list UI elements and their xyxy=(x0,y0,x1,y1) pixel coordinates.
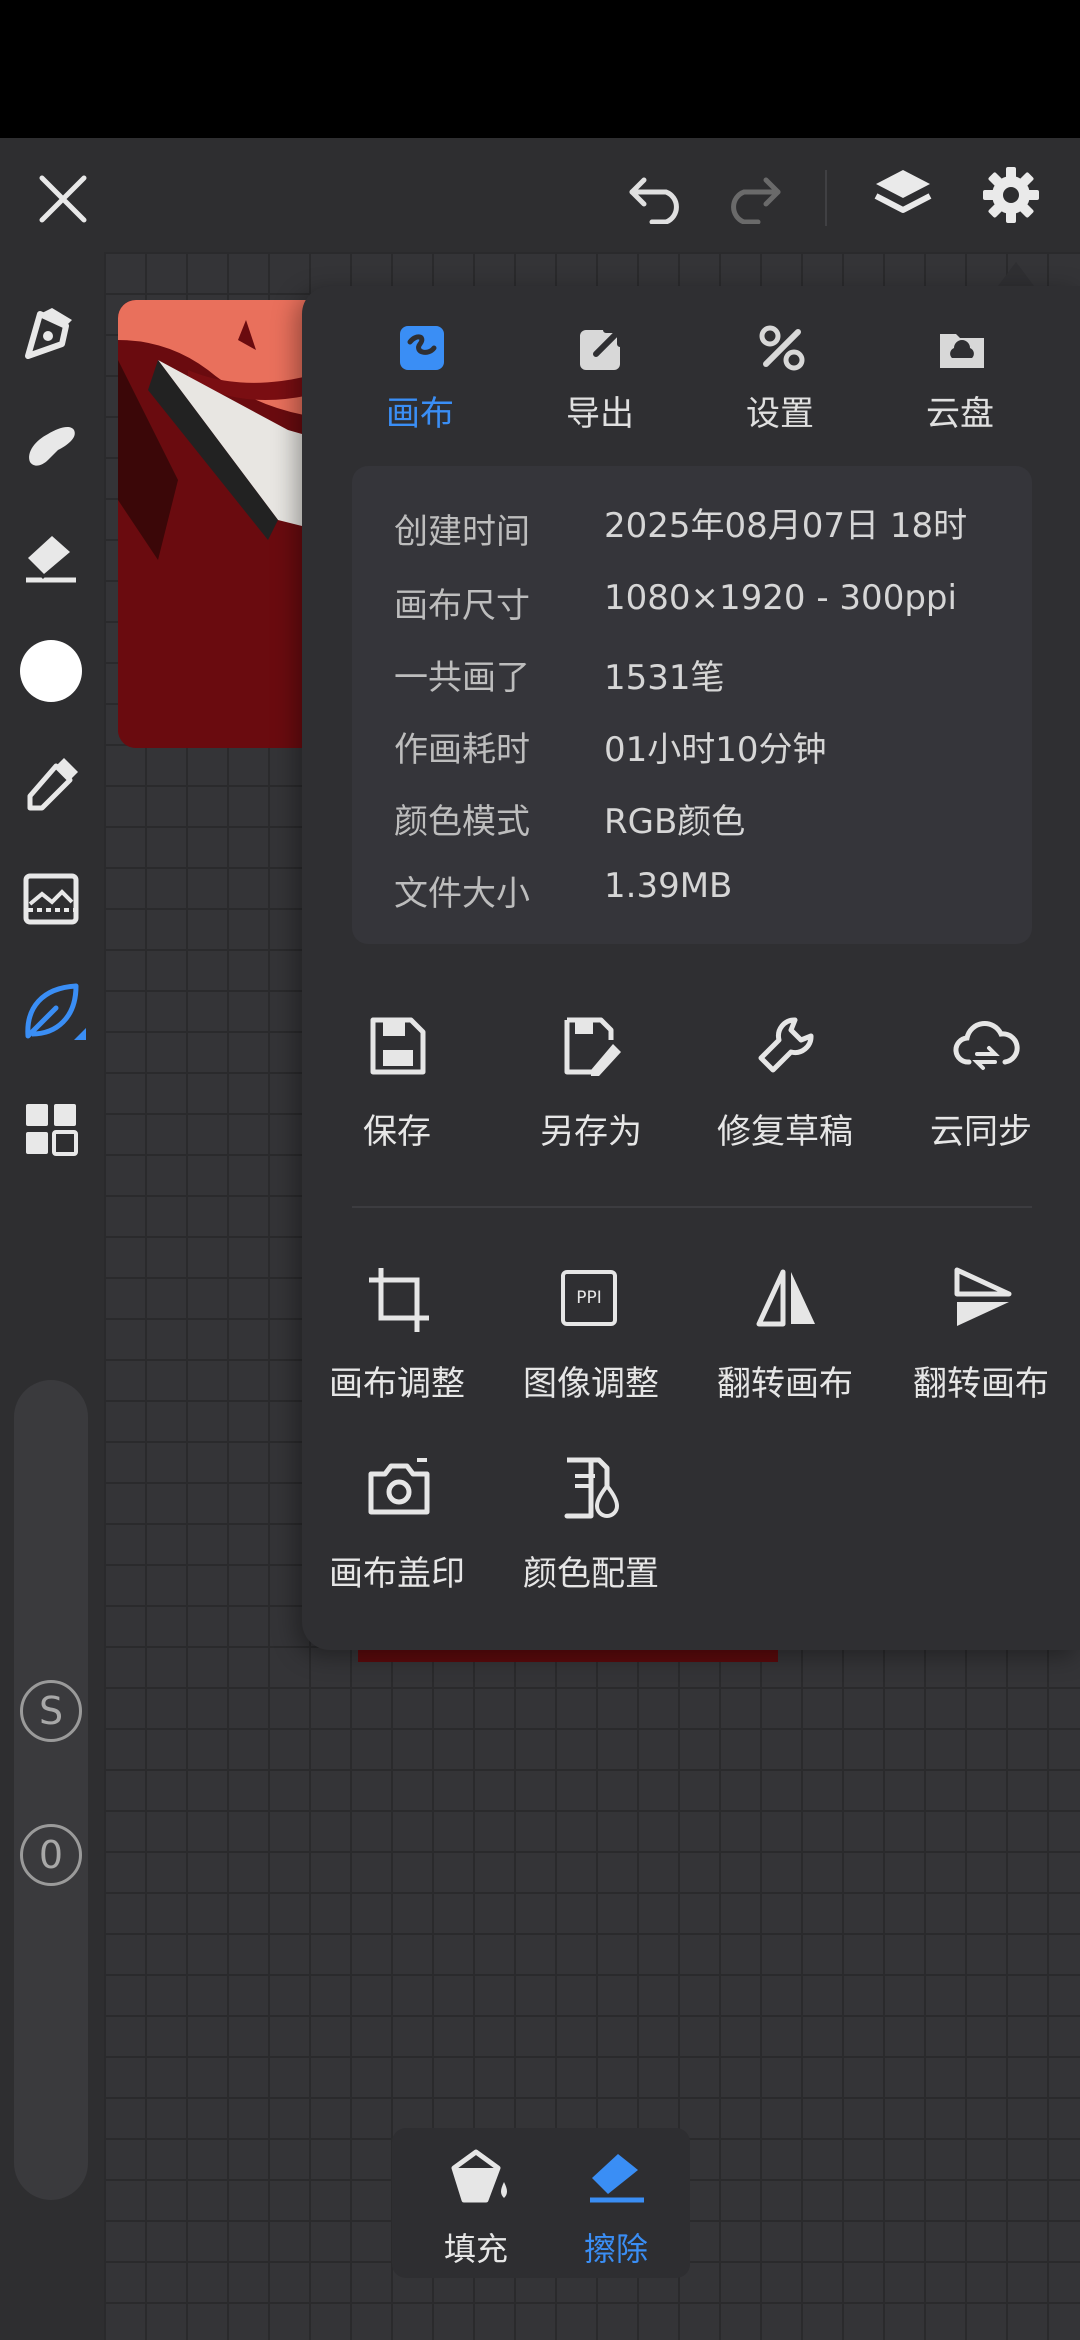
info-key: 作画耗时 xyxy=(394,730,530,770)
save-as-button[interactable]: 另存为 xyxy=(496,1014,686,1152)
eyedropper-icon[interactable] xyxy=(18,752,84,818)
menu-divider xyxy=(352,1206,1032,1208)
info-value: 1080×1920 - 300ppi xyxy=(604,578,957,618)
size-button[interactable]: S xyxy=(20,1680,82,1742)
action-label: 修复草稿 xyxy=(717,1112,853,1152)
flip-vertical-icon xyxy=(951,1266,1012,1330)
tab-label: 导出 xyxy=(566,394,634,434)
cloud-sync-icon xyxy=(951,1014,1020,1078)
topbar-divider xyxy=(825,170,827,226)
canvas-icon xyxy=(398,324,446,372)
opacity-button[interactable]: 0 xyxy=(20,1824,82,1886)
fill-bucket-icon xyxy=(446,2148,507,2208)
image-adjust-icon[interactable] xyxy=(18,866,84,932)
tab-cloud-drive[interactable]: 云盘 xyxy=(880,310,1040,440)
action-label: 保存 xyxy=(363,1112,431,1152)
pen-icon[interactable] xyxy=(18,300,84,366)
save-button[interactable]: 保存 xyxy=(302,1014,492,1152)
flip-horizontal-button[interactable]: 翻转画布 xyxy=(690,1266,880,1404)
bottom-tool-label: 填充 xyxy=(443,2230,508,2268)
bottom-tool-label: 擦除 xyxy=(583,2230,648,2268)
info-value: 1531笔 xyxy=(604,658,725,698)
leaf-brush-icon[interactable] xyxy=(18,976,88,1046)
cloud-drive-icon xyxy=(938,324,986,372)
info-key: 颜色模式 xyxy=(394,802,530,842)
info-value: 1.39MB xyxy=(604,866,733,906)
ppi-icon: PPI xyxy=(561,1266,621,1330)
export-icon xyxy=(578,324,626,372)
repair-draft-button[interactable]: 修复草稿 xyxy=(690,1014,880,1152)
grid-apps-icon[interactable] xyxy=(18,1096,84,1162)
current-color xyxy=(20,640,82,702)
fill-tool-button[interactable]: 填充 xyxy=(416,2148,536,2268)
action-label: 画布调整 xyxy=(329,1364,465,1404)
tab-settings[interactable]: 设置 xyxy=(700,310,860,440)
tab-label: 画布 xyxy=(386,394,454,434)
camera-icon xyxy=(367,1456,430,1520)
layers-icon[interactable] xyxy=(868,160,938,230)
save-as-icon xyxy=(561,1014,621,1078)
eraser-icon[interactable] xyxy=(18,526,84,592)
tab-canvas[interactable]: 画布 xyxy=(340,310,500,440)
flip-horizontal-icon xyxy=(755,1266,815,1330)
info-key: 创建时间 xyxy=(394,512,530,552)
cloud-sync-button[interactable]: 云同步 xyxy=(886,1014,1076,1152)
action-label: 图像调整 xyxy=(523,1364,659,1404)
erase-tool-button[interactable]: 擦除 xyxy=(556,2148,676,2268)
wrench-icon xyxy=(755,1014,815,1078)
color-swatch[interactable] xyxy=(18,638,84,704)
gear-icon[interactable] xyxy=(976,160,1046,230)
info-value: 01小时10分钟 xyxy=(604,730,827,770)
eraser-icon xyxy=(586,2148,646,2208)
canvas-stamp-button[interactable]: 画布盖印 xyxy=(302,1456,492,1594)
action-label: 另存为 xyxy=(540,1112,642,1152)
tab-export[interactable]: 导出 xyxy=(520,310,680,440)
action-label: 云同步 xyxy=(930,1112,1032,1152)
tab-label: 云盘 xyxy=(926,394,994,434)
undo-icon[interactable] xyxy=(622,166,692,232)
color-config-icon xyxy=(561,1456,621,1520)
info-key: 画布尺寸 xyxy=(394,586,530,626)
action-label: 翻转画布 xyxy=(717,1364,853,1404)
redo-icon[interactable] xyxy=(718,166,788,232)
save-icon xyxy=(367,1014,427,1078)
crop-icon xyxy=(367,1266,429,1332)
canvas-adjust-button[interactable]: 画布调整 xyxy=(302,1266,492,1404)
brush-slider-track[interactable] xyxy=(14,1380,88,2200)
status-bar xyxy=(0,0,1080,138)
info-key: 文件大小 xyxy=(394,874,530,914)
panel-pointer xyxy=(998,262,1034,286)
close-icon[interactable] xyxy=(30,166,96,232)
action-label: 颜色配置 xyxy=(523,1554,659,1594)
info-value: RGB颜色 xyxy=(604,802,746,842)
ppi-badge: PPI xyxy=(561,1270,617,1326)
tools-icon xyxy=(758,324,806,372)
tab-label: 设置 xyxy=(746,394,814,434)
smudge-icon[interactable] xyxy=(18,412,84,478)
info-key: 一共画了 xyxy=(394,658,530,698)
info-value: 2025年08月07日 18时08分 xyxy=(604,506,968,546)
flip-vertical-button[interactable]: 翻转画布 xyxy=(886,1266,1076,1404)
color-config-button[interactable]: 颜色配置 xyxy=(496,1456,686,1594)
image-adjust-button[interactable]: PPI 图像调整 xyxy=(496,1266,686,1404)
action-label: 画布盖印 xyxy=(329,1554,465,1594)
action-label: 翻转画布 xyxy=(913,1364,1049,1404)
